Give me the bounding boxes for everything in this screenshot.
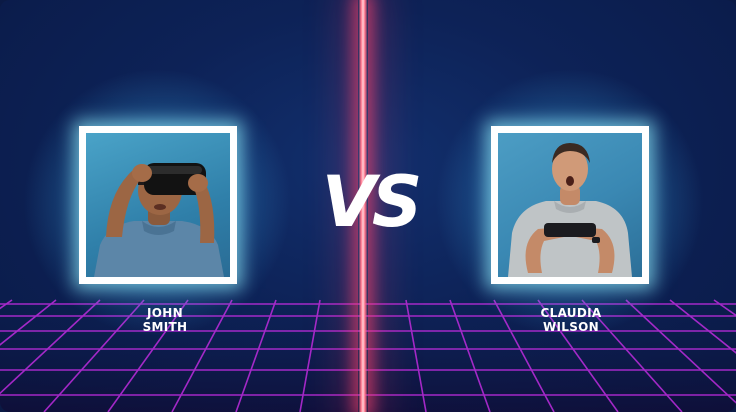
vr-player-illustration (94, 163, 224, 277)
versus-label: VS (321, 161, 423, 243)
player-two-first-name: CLAUDIA (540, 306, 602, 320)
player-one-name: JOHN SMITH (95, 306, 235, 334)
player-two-name: CLAUDIA WILSON (501, 306, 641, 334)
mobile-gamer-illustration (508, 143, 632, 277)
player-one-first-name: JOHN (147, 306, 183, 320)
player-one-last-name: SMITH (142, 320, 188, 334)
versus-banner: VS JOHN SMITH CLAUDIA WILSON (0, 0, 736, 412)
player-one-photo (79, 126, 237, 284)
player-two-photo (491, 126, 649, 284)
player-two-last-name: WILSON (542, 320, 600, 334)
